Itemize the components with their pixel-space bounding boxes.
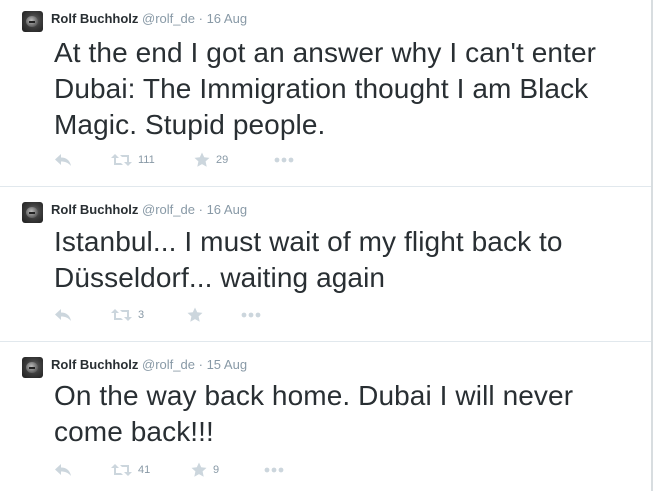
more-dots-icon xyxy=(264,467,284,473)
author-handle[interactable]: @rolf_de xyxy=(142,357,195,372)
tweet-text: On the way back home. Dubai I will never… xyxy=(54,380,574,447)
tweet-actions: 41 9 xyxy=(0,462,651,478)
avatar[interactable] xyxy=(22,11,43,32)
tweet[interactable]: Rolf Buchholz @rolf_de · 16 Aug At the e… xyxy=(0,0,651,186)
star-icon xyxy=(191,462,207,478)
retweet-button[interactable]: 3 xyxy=(111,307,144,323)
tweet-header: Rolf Buchholz @rolf_de · 16 Aug xyxy=(51,11,247,27)
favorite-count: 29 xyxy=(216,154,229,166)
reply-button[interactable] xyxy=(54,152,72,168)
avatar[interactable] xyxy=(22,357,43,378)
reply-icon xyxy=(54,308,72,322)
retweet-button[interactable]: 41 xyxy=(111,462,150,478)
reply-icon xyxy=(54,463,72,477)
favorite-button[interactable]: 29 xyxy=(194,152,228,168)
author-name[interactable]: Rolf Buchholz xyxy=(51,202,138,217)
author-handle[interactable]: @rolf_de xyxy=(142,202,195,217)
tweet-text: At the end I got an answer why I can't e… xyxy=(54,37,597,140)
tweet-date[interactable]: 15 Aug xyxy=(207,357,248,372)
star-icon xyxy=(187,307,203,323)
separator: · xyxy=(198,202,203,217)
favorite-button[interactable]: 9 xyxy=(191,462,219,478)
author-name[interactable]: Rolf Buchholz xyxy=(51,11,138,26)
more-button[interactable] xyxy=(274,152,294,168)
retweet-icon xyxy=(111,153,132,167)
retweet-icon xyxy=(111,463,132,477)
retweet-count: 3 xyxy=(138,309,145,321)
tweet-text: Istanbul... I must wait of my flight bac… xyxy=(54,226,563,293)
more-dots-icon xyxy=(241,312,261,318)
separator: · xyxy=(198,11,203,26)
author-name[interactable]: Rolf Buchholz xyxy=(51,357,138,372)
tweet-date[interactable]: 16 Aug xyxy=(207,11,248,26)
avatar[interactable] xyxy=(22,202,43,223)
tweet-date[interactable]: 16 Aug xyxy=(207,202,248,217)
tweet[interactable]: Rolf Buchholz @rolf_de · 15 Aug On the w… xyxy=(0,342,651,491)
tweet-actions: 111 29 xyxy=(0,152,651,168)
reply-button[interactable] xyxy=(54,307,72,323)
more-button[interactable] xyxy=(241,307,261,323)
tweet-actions: 3 xyxy=(0,307,651,323)
reply-icon xyxy=(54,153,72,167)
retweet-icon xyxy=(111,308,132,322)
more-dots-icon xyxy=(274,157,294,163)
star-icon xyxy=(194,152,210,168)
reply-button[interactable] xyxy=(54,462,72,478)
favorite-button[interactable] xyxy=(187,307,203,323)
more-button[interactable] xyxy=(264,462,284,478)
separator: · xyxy=(198,357,203,372)
retweet-count: 111 xyxy=(138,154,155,166)
tweet-header: Rolf Buchholz @rolf_de · 16 Aug xyxy=(51,202,247,218)
retweet-button[interactable]: 111 xyxy=(111,152,155,168)
tweet[interactable]: Rolf Buchholz @rolf_de · 16 Aug Istanbul… xyxy=(0,187,651,341)
author-handle[interactable]: @rolf_de xyxy=(142,11,195,26)
favorite-count: 9 xyxy=(213,464,220,476)
tweet-header: Rolf Buchholz @rolf_de · 15 Aug xyxy=(51,357,247,373)
retweet-count: 41 xyxy=(138,464,151,476)
